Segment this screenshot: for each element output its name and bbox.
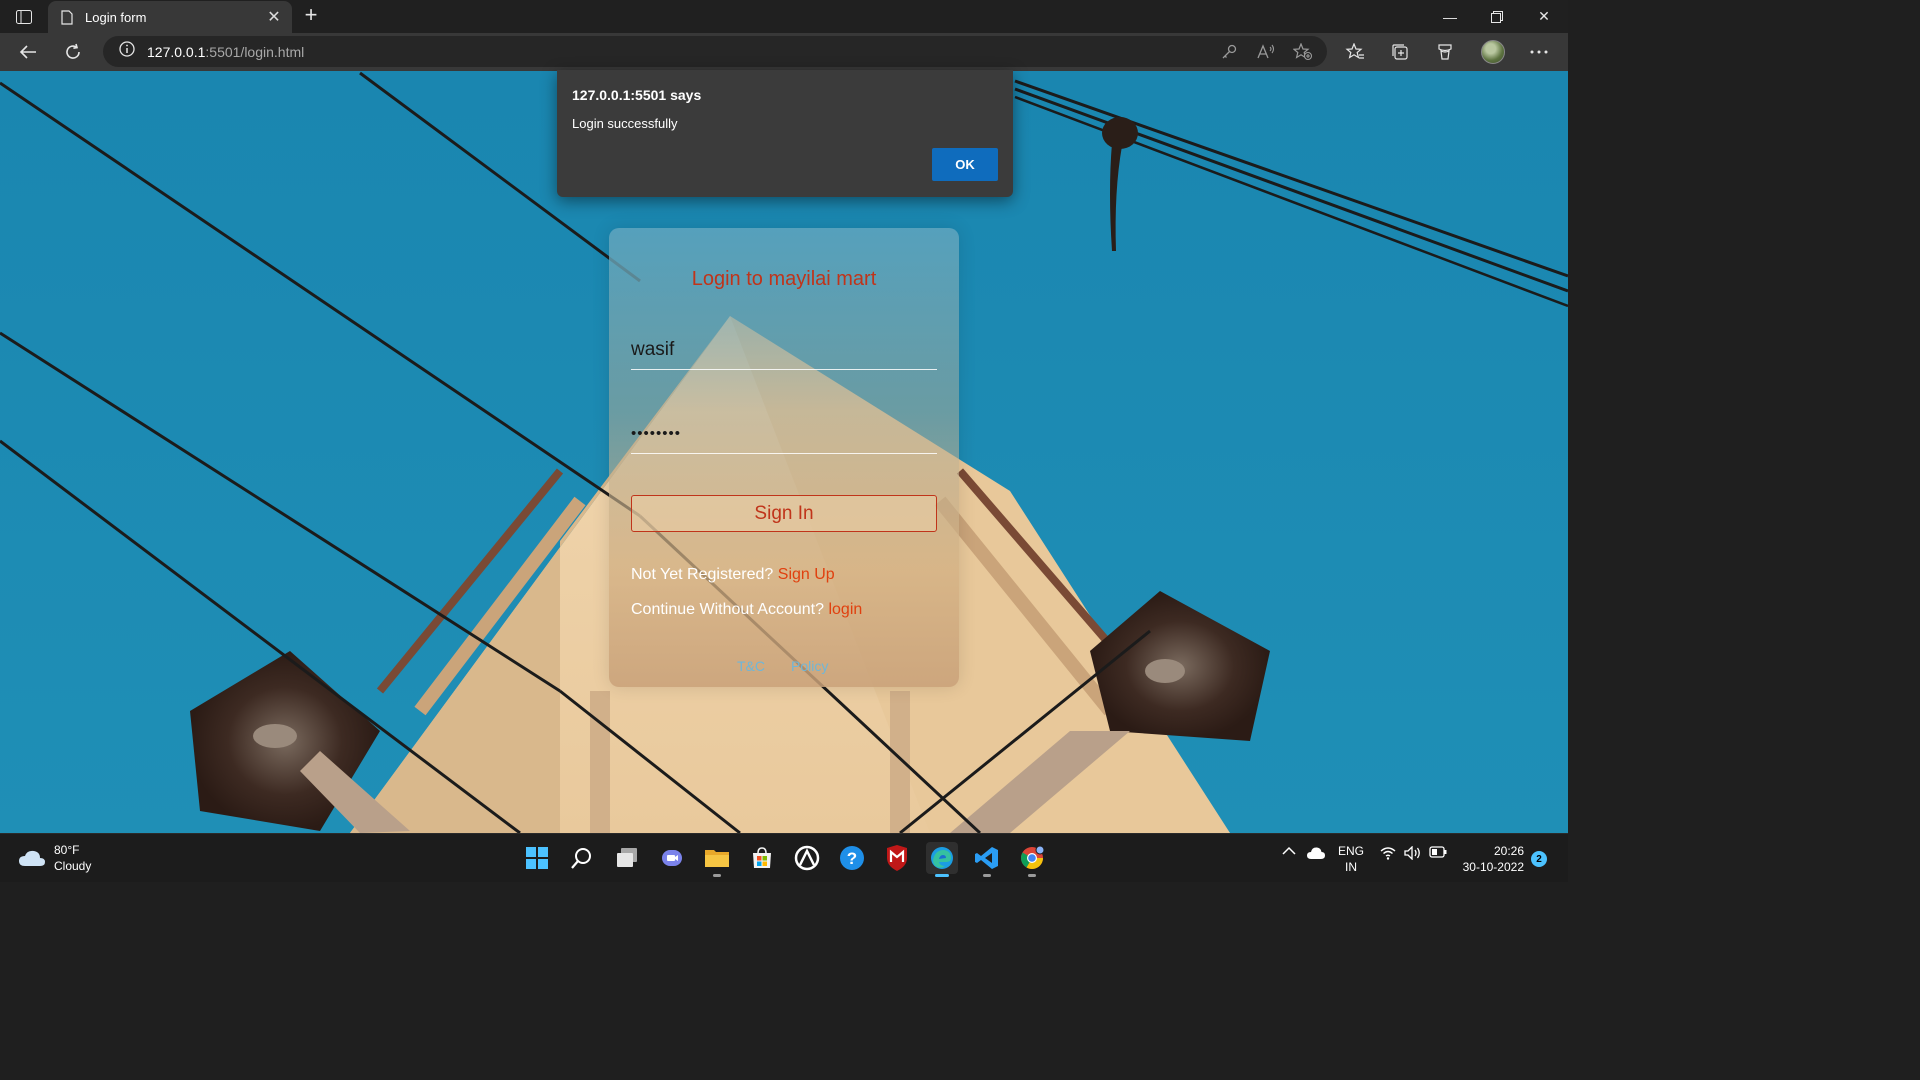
tab-actions-icon[interactable] xyxy=(12,6,36,28)
notification-badge[interactable]: 2 xyxy=(1531,851,1547,867)
back-arrow-icon[interactable] xyxy=(15,39,41,65)
microsoft-store-icon[interactable] xyxy=(746,842,778,874)
favorites-icon[interactable] xyxy=(1343,40,1367,64)
file-explorer-icon[interactable] xyxy=(701,842,733,877)
guest-login-link[interactable]: login xyxy=(828,601,862,618)
search-icon[interactable] xyxy=(566,842,598,874)
volume-icon[interactable] xyxy=(1404,846,1422,860)
cloud-icon xyxy=(19,850,45,866)
taskbar: 80°F Cloudy ? ENG IN 20:26 30-10-2022 2 xyxy=(0,833,1568,882)
info-icon[interactable] xyxy=(119,41,135,62)
weather-desc: Cloudy xyxy=(54,859,92,873)
mcafee-icon[interactable] xyxy=(881,842,913,874)
password-input[interactable] xyxy=(631,414,937,454)
svg-text:?: ? xyxy=(847,849,857,868)
url-text: 127.0.0.1:5501/login.html xyxy=(147,43,305,60)
help-icon[interactable]: ? xyxy=(836,842,868,874)
wifi-icon[interactable] xyxy=(1380,846,1396,860)
alert-message: Login successfully xyxy=(572,116,678,131)
browser-toolbar: 127.0.0.1:5501/login.html xyxy=(0,33,1568,71)
alert-header: 127.0.0.1:5501 says xyxy=(572,87,702,103)
login-card: Login to mayilai mart Sign In Not Yet Re… xyxy=(609,228,959,687)
close-tab-icon[interactable]: ✕ xyxy=(266,9,282,26)
policy-link[interactable]: Policy xyxy=(791,658,828,674)
terms-link[interactable]: T&C xyxy=(737,658,765,674)
browser-essentials-icon[interactable] xyxy=(1433,40,1457,64)
vscode-icon[interactable] xyxy=(971,842,1003,877)
start-icon[interactable] xyxy=(521,842,553,874)
sign-up-link[interactable]: Sign Up xyxy=(778,566,835,583)
guest-line: Continue Without Account? login xyxy=(631,601,862,619)
refresh-icon[interactable] xyxy=(60,39,86,65)
teams-chat-icon[interactable] xyxy=(656,842,688,874)
login-title: Login to mayilai mart xyxy=(691,268,877,290)
close-window-button[interactable]: ✕ xyxy=(1521,0,1567,33)
more-options-icon[interactable] xyxy=(1527,40,1551,64)
task-view-icon[interactable] xyxy=(611,842,643,874)
add-favorite-icon[interactable] xyxy=(1293,42,1313,62)
profile-avatar[interactable] xyxy=(1481,40,1505,64)
alert-dialog: 127.0.0.1:5501 says Login successfully O… xyxy=(557,70,1013,197)
language-indicator[interactable]: ENG IN xyxy=(1336,843,1366,875)
edge-icon[interactable] xyxy=(926,842,958,877)
collections-icon[interactable] xyxy=(1388,40,1412,64)
address-bar[interactable]: 127.0.0.1:5501/login.html xyxy=(103,36,1327,67)
clock-date: 30-10-2022 xyxy=(1462,860,1524,874)
chevron-up-icon[interactable] xyxy=(1282,846,1296,856)
onedrive-icon[interactable] xyxy=(1306,846,1326,860)
page-icon xyxy=(58,8,76,26)
clock[interactable]: 20:26 30-10-2022 xyxy=(1458,843,1524,875)
clock-time: 20:26 xyxy=(1493,844,1524,858)
battery-icon[interactable] xyxy=(1429,846,1447,858)
browser-tab[interactable]: Login form ✕ xyxy=(48,1,292,33)
minimize-button[interactable]: — xyxy=(1427,0,1473,33)
weather-temp: 80°F xyxy=(54,843,80,857)
sign-in-button[interactable]: Sign In xyxy=(631,495,937,532)
restore-button[interactable] xyxy=(1474,0,1520,33)
new-tab-button[interactable]: + xyxy=(300,4,322,27)
key-icon[interactable] xyxy=(1219,42,1239,62)
tab-title: Login form xyxy=(85,9,147,25)
app-icon[interactable] xyxy=(791,842,823,874)
read-aloud-icon[interactable] xyxy=(1256,42,1276,62)
weather-widget[interactable]: 80°F Cloudy xyxy=(18,842,91,874)
username-input[interactable] xyxy=(631,330,937,370)
ok-button[interactable]: OK xyxy=(932,148,998,181)
chrome-icon[interactable] xyxy=(1016,842,1048,877)
register-line: Not Yet Registered? Sign Up xyxy=(631,566,835,584)
guest-prompt: Continue Without Account? xyxy=(631,601,825,618)
browser-tab-bar: Login form ✕ + — ✕ xyxy=(0,0,1568,33)
register-prompt: Not Yet Registered? xyxy=(631,566,774,583)
